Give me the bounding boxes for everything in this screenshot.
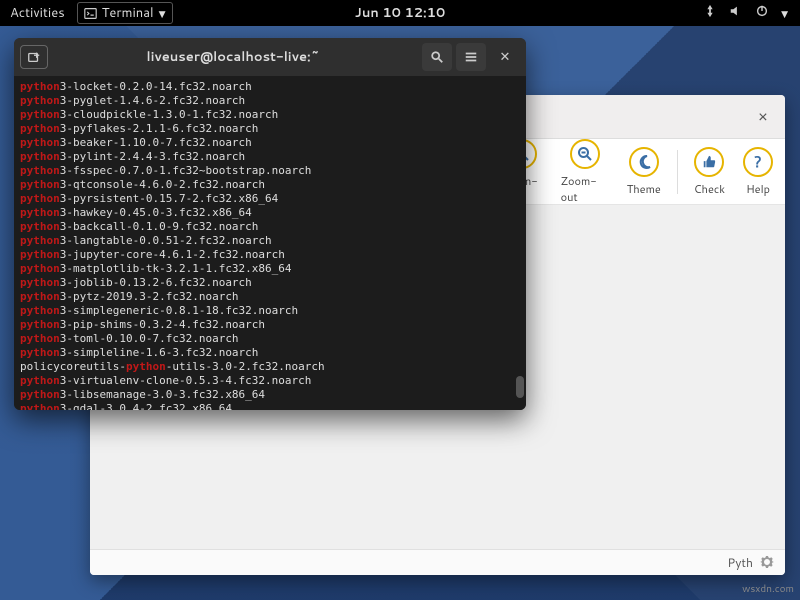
terminal-line: python3-langtable-0.0.51-2.fc32.noarch xyxy=(20,234,520,248)
search-highlight: python xyxy=(20,164,60,177)
power-icon[interactable] xyxy=(755,4,769,23)
close-icon: ✕ xyxy=(500,48,511,66)
terminal-line: python3-gdal-3.0.4-2.fc32.x86_64 xyxy=(20,402,520,410)
hamburger-icon xyxy=(464,50,478,64)
toolbar-separator xyxy=(677,150,678,194)
close-button[interactable]: ✕ xyxy=(490,43,520,71)
theme-icon xyxy=(629,147,659,177)
terminal-line: python3-backcall-0.1.0-9.fc32.noarch xyxy=(20,220,520,234)
search-highlight: python xyxy=(20,192,60,205)
search-highlight: python xyxy=(20,388,60,401)
terminal-line: python3-virtualenv-clone-0.5.3-4.fc32.no… xyxy=(20,374,520,388)
search-highlight: python xyxy=(20,248,60,261)
zoom-out-button[interactable]: Zoom-out xyxy=(557,139,613,205)
menu-button[interactable] xyxy=(456,43,486,71)
terminal-line: python3-pyrsistent-0.15.7-2.fc32.x86_64 xyxy=(20,192,520,206)
terminal-line: python3-libsemanage-3.0-3.fc32.x86_64 xyxy=(20,388,520,402)
search-highlight: python xyxy=(20,304,60,317)
search-highlight: python xyxy=(20,318,60,331)
search-highlight: python xyxy=(20,122,60,135)
top-panel: Activities Terminal ▼ Jun 10 12:10 ▼ xyxy=(0,0,800,26)
search-highlight: python xyxy=(20,150,60,163)
terminal-line: python3-matplotlib-tk-3.2.1-1.fc32.x86_6… xyxy=(20,262,520,276)
search-highlight: python xyxy=(20,108,60,121)
new-tab-button[interactable] xyxy=(20,45,48,69)
terminal-output[interactable]: python3-locket-0.2.0-14.fc32.noarchpytho… xyxy=(14,76,526,410)
thumbs-up-icon xyxy=(694,147,724,177)
terminal-line: python3-pip-shims-0.3.2-4.fc32.noarch xyxy=(20,318,520,332)
search-highlight: python xyxy=(126,360,166,373)
zoom-out-icon xyxy=(570,139,600,169)
zoom-out-label: Zoom-out xyxy=(561,173,609,205)
search-highlight: python xyxy=(20,206,60,219)
terminal-line: policycoreutils-python-utils-3.0-2.fc32.… xyxy=(20,360,520,374)
terminal-line: python3-fsspec-0.7.0-1.fc32~bootstrap.no… xyxy=(20,164,520,178)
terminal-window: liveuser@localhost-live:~ ✕ python3-lock… xyxy=(14,38,526,410)
search-highlight: python xyxy=(20,332,60,345)
terminal-line: python3-joblib-0.13.2-6.fc32.noarch xyxy=(20,276,520,290)
terminal-line: python3-qtconsole-4.6.0-2.fc32.noarch xyxy=(20,178,520,192)
theme-button[interactable]: Theme xyxy=(623,147,665,197)
search-highlight: python xyxy=(20,262,60,275)
clock[interactable]: Jun 10 12:10 xyxy=(355,4,446,22)
terminal-title: liveuser@localhost-live:~ xyxy=(48,48,418,66)
scrollbar-thumb[interactable] xyxy=(516,376,524,398)
search-highlight: python xyxy=(20,220,60,233)
terminal-line: python3-jupyter-core-4.6.1-2.fc32.noarch xyxy=(20,248,520,262)
search-icon xyxy=(430,50,444,64)
app-menu[interactable]: Terminal ▼ xyxy=(77,2,173,24)
watermark: wsxdn.com xyxy=(742,582,794,596)
terminal-line: python3-pytz-2019.3-2.fc32.noarch xyxy=(20,290,520,304)
gear-icon[interactable] xyxy=(759,554,777,572)
status-text: Pyth xyxy=(727,554,753,571)
terminal-line: python3-toml-0.10.0-7.fc32.noarch xyxy=(20,332,520,346)
search-highlight: python xyxy=(20,80,60,93)
activities-button[interactable]: Activities xyxy=(10,4,65,22)
system-menu-chevron-icon[interactable]: ▼ xyxy=(781,7,788,20)
search-highlight: python xyxy=(20,374,60,387)
terminal-line: python3-pylint-2.4.4-3.fc32.noarch xyxy=(20,150,520,164)
check-button[interactable]: Check xyxy=(690,147,729,197)
search-highlight: python xyxy=(20,346,60,359)
terminal-line: python3-simpleline-1.6-3.fc32.noarch xyxy=(20,346,520,360)
help-icon: ? xyxy=(743,147,773,177)
terminal-line: python3-pyglet-1.4.6-2.fc32.noarch xyxy=(20,94,520,108)
chevron-down-icon: ▼ xyxy=(159,7,166,20)
search-highlight: python xyxy=(20,178,60,191)
terminal-line: python3-hawkey-0.45.0-3.fc32.x86_64 xyxy=(20,206,520,220)
terminal-line: python3-beaker-1.10.0-7.fc32.noarch xyxy=(20,136,520,150)
help-label: Help xyxy=(746,181,770,197)
terminal-line: python3-simplegeneric-0.8.1-18.fc32.noar… xyxy=(20,304,520,318)
check-label: Check xyxy=(694,181,725,197)
terminal-line: python3-locket-0.2.0-14.fc32.noarch xyxy=(20,80,520,94)
search-highlight: python xyxy=(20,94,60,107)
help-button[interactable]: ? Help xyxy=(739,147,777,197)
terminal-line: python3-pyflakes-2.1.1-6.fc32.noarch xyxy=(20,122,520,136)
search-highlight: python xyxy=(20,276,60,289)
close-button[interactable]: × xyxy=(747,101,779,133)
network-icon[interactable] xyxy=(703,4,717,23)
search-highlight: python xyxy=(20,234,60,247)
search-highlight: python xyxy=(20,290,60,303)
status-bar: Pyth xyxy=(90,549,785,575)
search-highlight: python xyxy=(20,402,60,410)
app-menu-label: Terminal xyxy=(102,4,154,22)
terminal-line: python3-cloudpickle-1.3.0-1.fc32.noarch xyxy=(20,108,520,122)
terminal-titlebar[interactable]: liveuser@localhost-live:~ ✕ xyxy=(14,38,526,76)
volume-icon[interactable] xyxy=(729,4,743,23)
search-highlight: python xyxy=(20,136,60,149)
search-button[interactable] xyxy=(422,43,452,71)
terminal-icon xyxy=(84,7,97,20)
theme-label: Theme xyxy=(627,181,661,197)
